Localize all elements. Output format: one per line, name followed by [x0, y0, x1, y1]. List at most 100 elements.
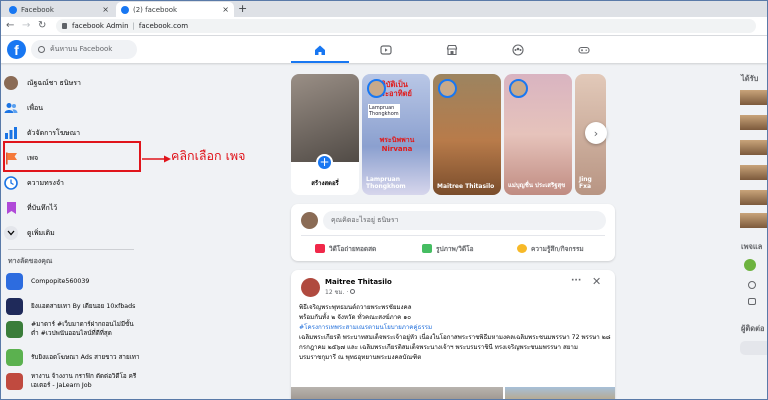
live-video-label: วิดีโอถ่ายทอดสด: [329, 244, 377, 253]
browser-tab-bar: Facebook × (2) facebook × +: [0, 0, 768, 17]
shortcut-thumbnail: [6, 372, 23, 390]
shortcut-thumbnail: [6, 349, 23, 366]
feeling-activity-button[interactable]: ความรู้สึก/กิจกรรม: [517, 240, 584, 257]
back-icon[interactable]: ←: [6, 19, 14, 33]
contact-row[interactable]: [740, 341, 768, 355]
close-tab-icon[interactable]: ×: [102, 5, 109, 14]
left-sidebar: ณัฐฉณ์ชา ธนิษรา เพื่อน ตัวจัดการโฆษณา เพ…: [0, 63, 142, 400]
post-text-line: กรกฎาคม ๒๕๖๗ และ เฉลิมพระเกียรติสมเด็จพร…: [299, 344, 578, 351]
post-time: 12 ชม. ·: [325, 287, 356, 297]
watch-icon[interactable]: [357, 36, 415, 63]
post-close-button[interactable]: ✕: [592, 275, 601, 288]
megaphone-icon[interactable]: [748, 298, 756, 305]
friends-icon: [4, 101, 18, 115]
post-author[interactable]: Maitree Thitasilo: [325, 278, 392, 286]
url-separator: |: [132, 22, 135, 30]
sidebar-item-see-more[interactable]: ดูเพิ่มเติม: [4, 221, 140, 245]
browser-tab[interactable]: Facebook ×: [4, 2, 114, 17]
story-overlay-subtitle: พระนิพพาน Nirvana: [379, 136, 415, 153]
sponsored-ad-thumbnail[interactable]: [740, 213, 768, 228]
profile-avatar: [4, 76, 18, 90]
story-card[interactable]: Maitree Thitasilo: [433, 74, 501, 195]
story-card[interactable]: ปฏิบัติเป็น พระอาทิตย์ Lampruan Thongkho…: [362, 74, 430, 195]
shortcut-item[interactable]: #มาดาร์ #เว็บมาดาร์ฝากถอนไม่มีขั้นต่ำ #เ…: [6, 320, 140, 338]
browser-tab-active[interactable]: (2) facebook ×: [116, 2, 234, 17]
composer-divider: [301, 235, 605, 236]
post-hashtag[interactable]: #โครงการเทพระสามเณรตามนโยบายภาคคู่ธรรม: [299, 322, 432, 332]
shortcut-label: ยิงแอดสายเทา By เตียนอย 10xfbads: [31, 303, 136, 310]
contacts-title: ผู้ติดต่อ: [741, 324, 765, 333]
shortcut-label: รับยิงแอดโฆษณา Ads สายขาว สายเทา: [31, 354, 140, 361]
post-text-line: บรมราชกุมารี ณ พุทธอุทยานพระมงคลบัณฑิต: [299, 354, 422, 361]
story-overlay-small: Lampruan Thongkhom: [368, 104, 400, 118]
forward-icon[interactable]: →: [22, 19, 30, 33]
shortcut-label: Compopite560039: [31, 278, 90, 285]
sidebar-item-friends[interactable]: เพื่อน: [4, 96, 140, 120]
sidebar-item-label: ดูเพิ่มเติม: [27, 228, 55, 237]
story-name: Jing Fxa: [579, 176, 592, 190]
home-icon[interactable]: [291, 36, 349, 63]
search-placeholder: ค้นหาบน Facebook: [50, 45, 113, 53]
search-input[interactable]: ค้นหาบน Facebook: [31, 40, 137, 59]
sponsored-ad-thumbnail[interactable]: [740, 165, 768, 180]
sponsored-ad-thumbnail[interactable]: [740, 140, 768, 155]
page-avatar[interactable]: [744, 259, 756, 271]
shortcut-thumbnail: [6, 298, 23, 315]
feed-post: Maitree Thitasilo 12 ชม. · ··· ✕ พิธีเจร…: [291, 270, 615, 400]
groups-icon[interactable]: [489, 36, 547, 63]
create-story-card[interactable]: + สร้างสตอรี่: [291, 74, 359, 195]
url-field[interactable]: facebook Admin | facebook.com: [56, 19, 756, 33]
story-name: Maitree Thitasilo: [437, 183, 495, 190]
create-story-photo: [291, 74, 359, 162]
memories-clock-icon: [4, 176, 18, 190]
facebook-favicon-icon: [9, 5, 17, 14]
shortcut-item[interactable]: รับยิงแอดโฆษณา Ads สายขาว สายเทา: [6, 349, 140, 366]
sponsored-ad-thumbnail[interactable]: [740, 190, 768, 205]
post-author-avatar[interactable]: [301, 278, 320, 297]
post-more-button[interactable]: ···: [571, 276, 581, 286]
shortcut-thumbnail: [6, 273, 23, 290]
annotation-arrow-icon: [142, 155, 171, 163]
sidebar-item-memories[interactable]: ความทรงจำ: [4, 171, 140, 195]
address-bar: ← → ↻ facebook Admin | facebook.com: [0, 17, 768, 36]
new-tab-button[interactable]: +: [238, 2, 247, 15]
pages-highlight-box: [3, 141, 141, 172]
facebook-header: f ค้นหาบน Facebook: [0, 36, 768, 63]
post-composer: คุณคิดอะไรอยู่ ธนิษรา วิดีโอถ่ายทอดสด รู…: [291, 204, 615, 261]
stories-next-button[interactable]: ›: [585, 122, 607, 144]
post-image[interactable]: [505, 387, 615, 400]
sidebar-item-label: ความทรงจำ: [27, 178, 64, 187]
shortcut-item[interactable]: Compopite560039: [6, 273, 140, 290]
composer-avatar: [301, 212, 318, 229]
shortcuts-title: ทางลัดของคุณ: [8, 257, 53, 265]
photo-video-button[interactable]: รูปภาพ/วิดีโอ: [422, 240, 473, 257]
live-video-icon: [315, 244, 325, 253]
reload-icon[interactable]: ↻: [38, 19, 46, 33]
shortcut-label: #มาดาร์ #เว็บมาดาร์ฝากถอนไม่มีขั้นต่ำ #เ…: [31, 321, 134, 337]
sidebar-divider: [8, 249, 134, 250]
sidebar-item-profile[interactable]: ณัฐฉณ์ชา ธนิษรา: [4, 71, 140, 95]
composer-input[interactable]: คุณคิดอะไรอยู่ ธนิษรา: [323, 211, 606, 230]
sidebar-item-label: ณัฐฉณ์ชา ธนิษรา: [27, 78, 81, 87]
photo-video-label: รูปภาพ/วิดีโอ: [436, 244, 474, 253]
gaming-icon[interactable]: [555, 36, 613, 63]
url-text: facebook.com: [138, 22, 189, 30]
shortcut-label: หางาน จ้างงาน กราฟิก ตัดต่อวิดีโอ ครีเอเ…: [31, 373, 137, 389]
post-image[interactable]: [291, 387, 503, 400]
live-video-button[interactable]: วิดีโอถ่ายทอดสด: [315, 240, 376, 257]
sponsored-ad-thumbnail[interactable]: [740, 115, 768, 130]
shortcut-thumbnail: [6, 320, 23, 338]
story-avatar: [438, 79, 457, 98]
shortcut-item[interactable]: หางาน จ้างงาน กราฟิก ตัดต่อวิดีโอ ครีเอเ…: [6, 372, 140, 390]
sidebar-item-saved[interactable]: ที่บันทึกไว้: [4, 196, 140, 220]
notification-bell-icon[interactable]: [748, 281, 756, 289]
post-text-line: พิธีเจริญพระพุทธมนต์ถวายพระพรชัยมงคล: [299, 304, 412, 311]
shortcut-item[interactable]: ยิงแอดสายเทา By เตียนอย 10xfbads: [6, 298, 140, 315]
close-tab-icon[interactable]: ×: [222, 5, 229, 14]
sponsored-ad-thumbnail[interactable]: [740, 90, 768, 105]
plus-icon[interactable]: +: [316, 154, 333, 171]
sidebar-item-label: ตัวจัดการโฆษณา: [27, 128, 81, 137]
marketplace-icon[interactable]: [423, 36, 481, 63]
story-card[interactable]: แม่บุญชื่น ประเสริฐสุข: [504, 74, 572, 195]
facebook-logo[interactable]: f: [7, 40, 26, 59]
